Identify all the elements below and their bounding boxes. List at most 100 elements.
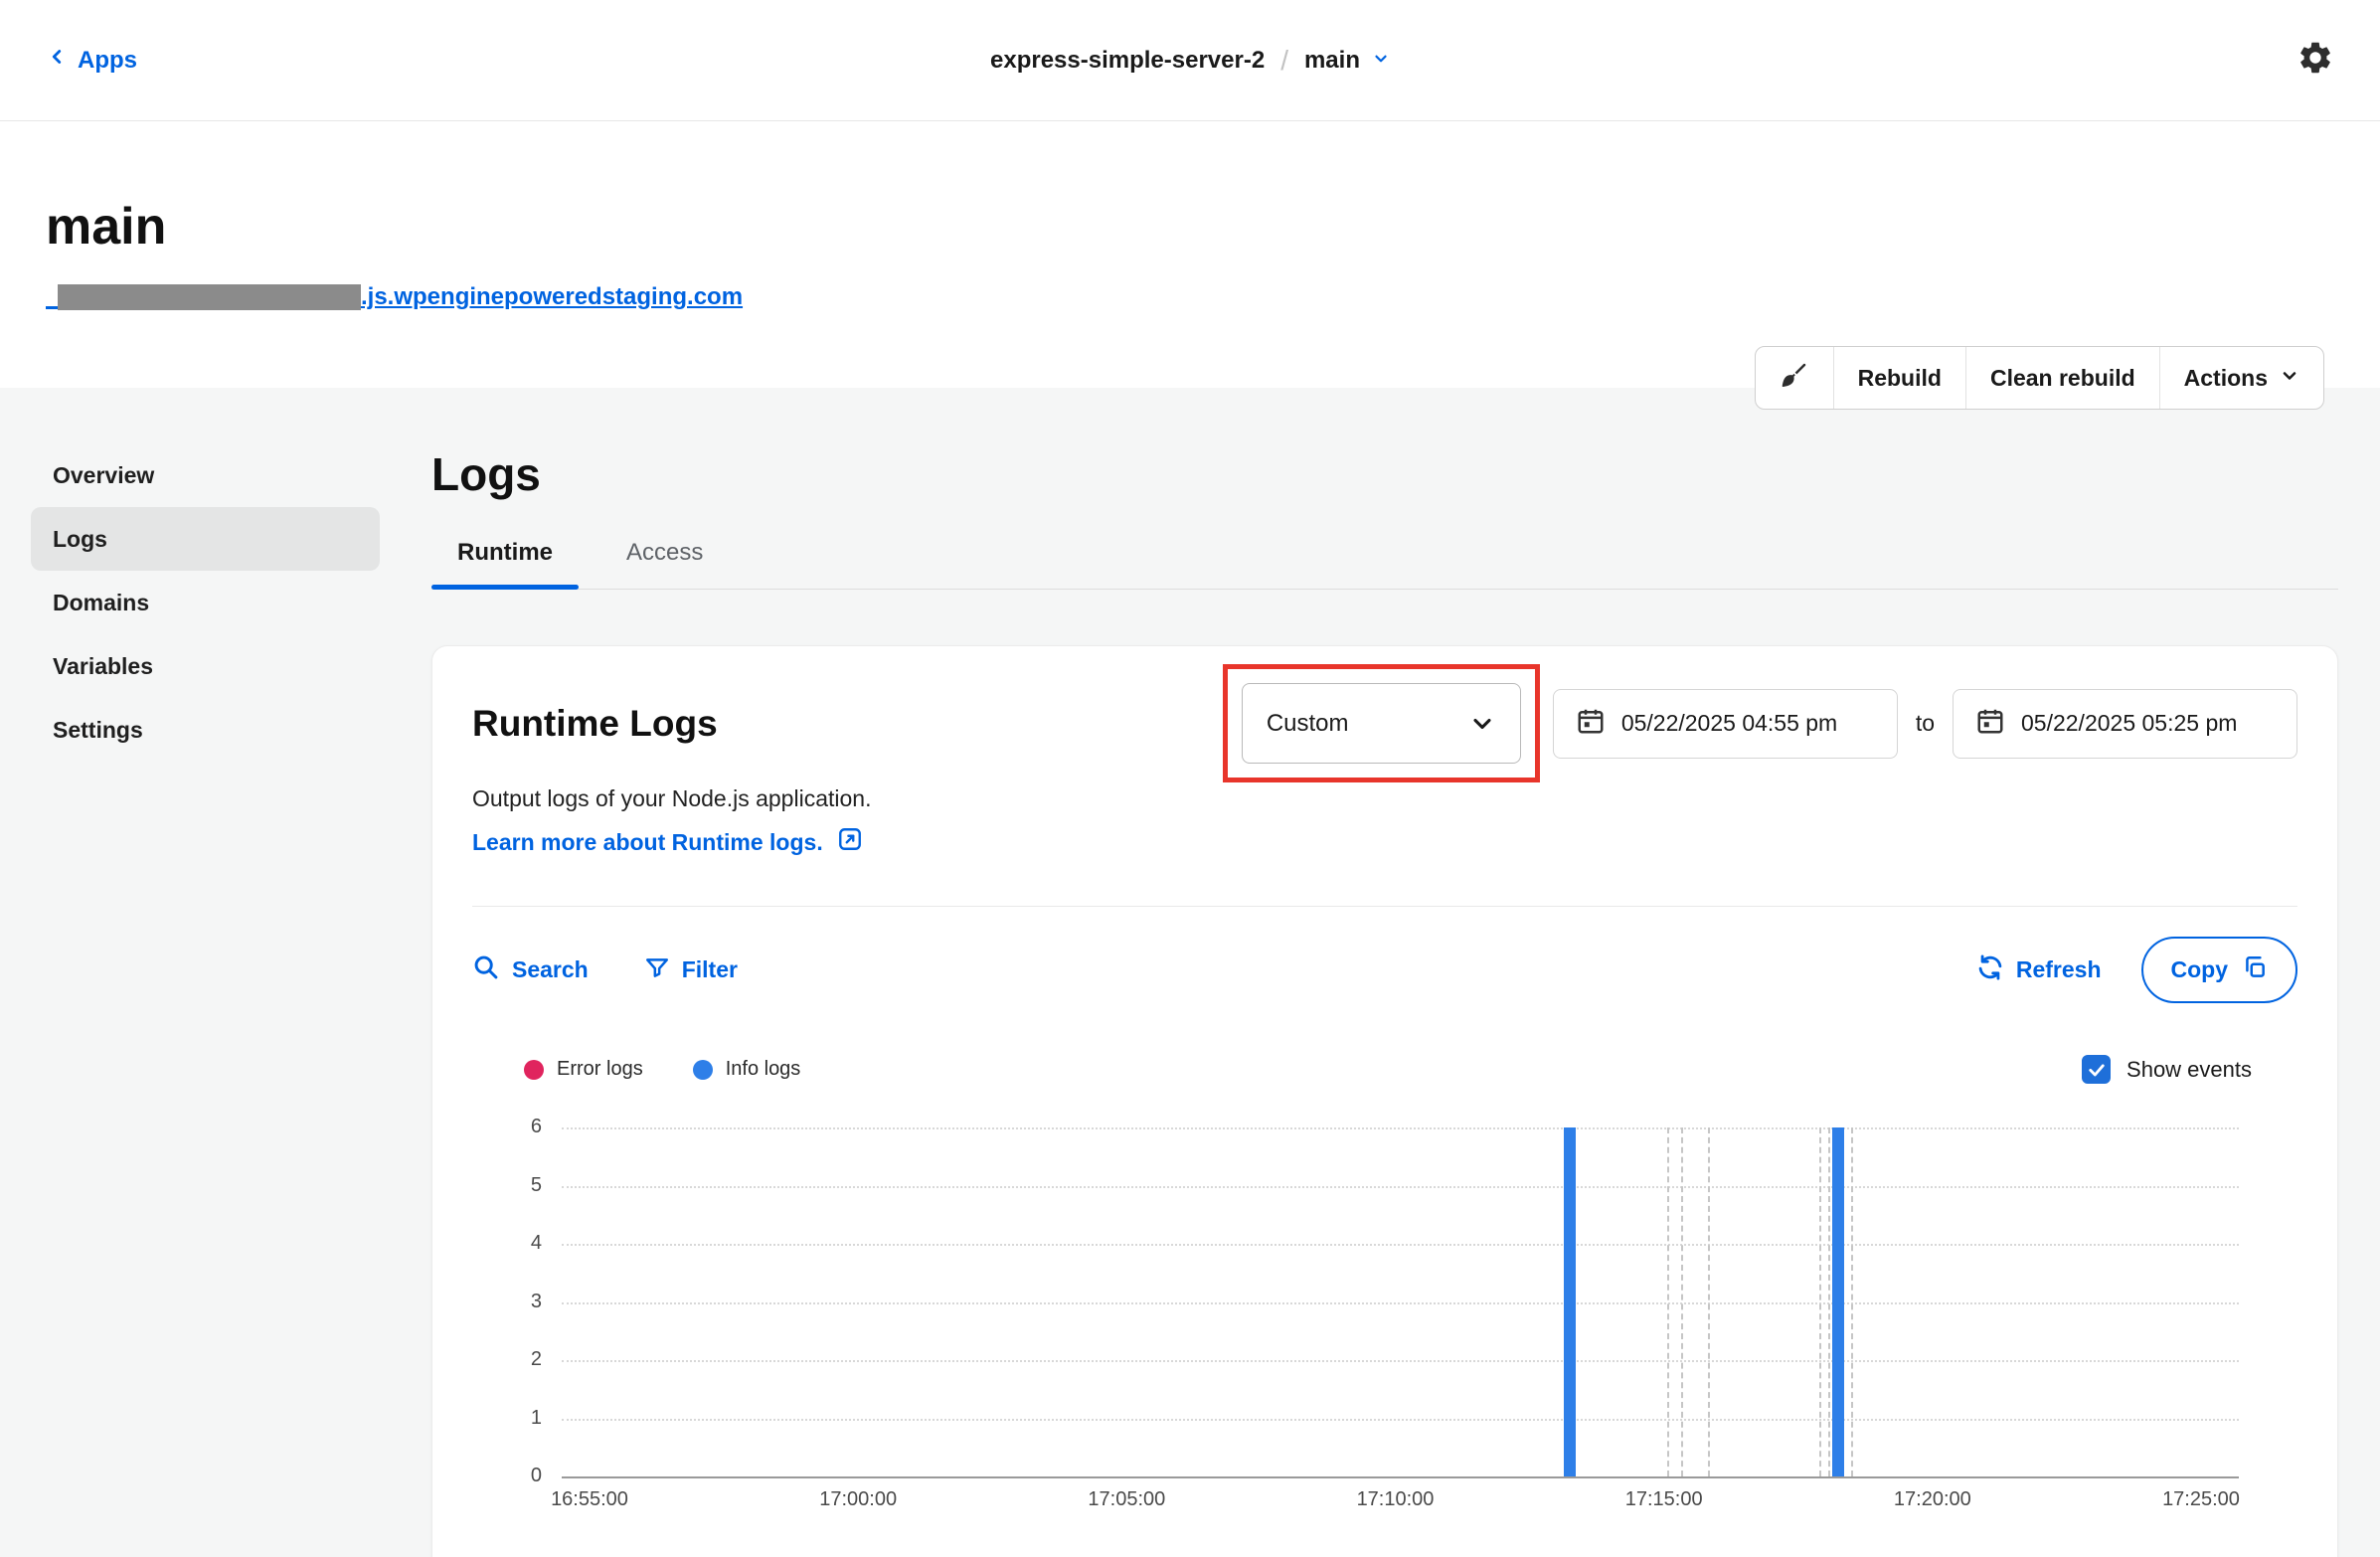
show-events-checkbox[interactable] [2082,1055,2111,1084]
chart-event-line [1667,1127,1669,1476]
chart-event-line [1681,1127,1683,1476]
topbar: Apps express-simple-server-2 / main [0,0,2380,121]
calendar-icon [1576,706,1606,742]
error-logs-label: Error logs [557,1058,643,1081]
refresh-button[interactable]: Refresh [1976,953,2102,987]
environment-url-link[interactable]: .js.wpenginepoweredstaging.com [361,283,743,311]
date-to-field[interactable]: 05/22/2025 05:25 pm [1953,689,2297,759]
chart-x-tick-label: 17:15:00 [1595,1488,1734,1511]
chart-gridline [562,1360,2239,1362]
copy-icon [2242,954,2268,986]
chart-y-tick-label: 5 [486,1174,542,1197]
chart-y-tick-label: 3 [486,1291,542,1313]
runtime-logs-card: Runtime Logs Custom [431,645,2338,1557]
logs-tabs: Runtime Access [431,539,2338,590]
page-title: Logs [431,447,2338,501]
show-events-label: Show events [2126,1057,2252,1083]
chart-bar [1564,1127,1576,1476]
chart-event-line [1851,1127,1853,1476]
redaction-block [58,284,361,310]
time-range-dropdown[interactable]: Custom [1242,683,1521,764]
chart-gridline [562,1127,2239,1129]
chevron-down-icon [1372,47,1390,75]
runtime-logs-header: Runtime Logs Custom [472,664,2297,782]
chart-gridline [562,1186,2239,1188]
error-logs-dot [524,1060,544,1080]
copy-button[interactable]: Copy [2141,937,2298,1003]
broom-icon [1780,360,1809,396]
sidebar-item-overview[interactable]: Overview [31,443,380,507]
back-label: Apps [78,47,137,75]
time-range-value: Custom [1267,710,1349,738]
learn-more-link[interactable]: Learn more about Runtime logs. [472,826,863,858]
chart-y-tick-label: 6 [486,1116,542,1138]
main-panel: Logs Runtime Access Runtime Logs Custom [431,443,2338,1557]
chart-event-line [1819,1127,1821,1476]
filter-button[interactable]: Filter [644,954,738,986]
toolbar-right: Refresh Copy [1976,937,2297,1003]
learn-more-label: Learn more about Runtime logs. [472,829,823,856]
environment-title: main [46,197,2334,257]
tab-runtime[interactable]: Runtime [431,539,579,589]
filter-label: Filter [682,956,738,983]
environment-url-row: .js.wpenginepoweredstaging.com [46,282,2334,312]
chevron-down-icon [2280,365,2299,392]
logs-toolbar: Search Filter Refresh [472,907,2297,1031]
breadcrumb-separator: / [1280,45,1288,77]
runtime-logs-description: Output logs of your Node.js application. [472,784,2297,812]
chart-y-tick-label: 2 [486,1348,542,1371]
chart-x-tick-label: 17:05:00 [1057,1488,1196,1511]
chart-gridline [562,1302,2239,1304]
page-header: main .js.wpenginepoweredstaging.com Rebu… [0,121,2380,388]
sidebar-item-settings[interactable]: Settings [31,698,380,762]
breadcrumb-app: express-simple-server-2 [990,47,1265,75]
environment-actions-group: Rebuild Clean rebuild Actions [1755,346,2324,410]
chevron-down-icon [1468,710,1496,738]
show-events-toggle[interactable]: Show events [2082,1055,2297,1084]
chevron-left-icon [46,46,68,75]
chart-x-tick-label: 16:55:00 [520,1488,659,1511]
search-button[interactable]: Search [472,953,589,987]
to-label: to [1916,710,1935,737]
chart-bar [1832,1127,1844,1476]
sidebar-item-variables[interactable]: Variables [31,634,380,698]
sidebar-item-logs[interactable]: Logs [31,507,380,571]
date-from-field[interactable]: 05/22/2025 04:55 pm [1553,689,1898,759]
url-underline-peek [46,306,58,309]
legend-item-error-logs: Error logs [524,1058,643,1081]
search-icon [472,953,500,987]
environment-selector[interactable]: main [1304,47,1390,75]
chart-gridline [562,1419,2239,1421]
chart-y-tick-label: 4 [486,1232,542,1255]
chart-x-tick-label: 17:10:00 [1326,1488,1465,1511]
info-logs-dot [693,1060,713,1080]
actions-menu-button[interactable]: Actions [2159,347,2323,409]
rebuild-label: Rebuild [1858,365,1942,392]
chart-event-line [1708,1127,1710,1476]
chart-event-line [1828,1127,1830,1476]
chart-plot-area: 012345616:55:0017:00:0017:05:0017:10:001… [562,1127,2239,1476]
settings-gear-button[interactable] [2296,39,2334,82]
chart-gridline [562,1476,2239,1478]
back-to-apps-link[interactable]: Apps [46,46,137,75]
date-from-value: 05/22/2025 04:55 pm [1621,710,1837,737]
chart-x-tick-label: 17:25:00 [2131,1488,2271,1511]
info-logs-label: Info logs [726,1058,801,1081]
rebuild-button[interactable]: Rebuild [1833,347,1965,409]
chart-legend-row: Error logs Info logs Show events [472,1055,2297,1084]
refresh-icon [1976,953,2004,987]
clean-rebuild-label: Clean rebuild [1990,365,2135,392]
clean-rebuild-button[interactable]: Clean rebuild [1965,347,2159,409]
chart-x-tick-label: 17:20:00 [1863,1488,2002,1511]
chart-x-tick-label: 17:00:00 [788,1488,928,1511]
highlight-box: Custom [1223,664,1540,782]
refresh-label: Refresh [2016,956,2102,983]
sidebar-item-domains[interactable]: Domains [31,571,380,634]
copy-label: Copy [2171,956,2229,983]
content-region: Overview Logs Domains Variables Settings… [0,388,2380,1557]
date-to-value: 05/22/2025 05:25 pm [2021,710,2237,737]
tab-access[interactable]: Access [600,539,729,589]
filter-icon [644,954,670,986]
external-link-icon [837,826,863,858]
clean-cache-button[interactable] [1756,347,1833,409]
